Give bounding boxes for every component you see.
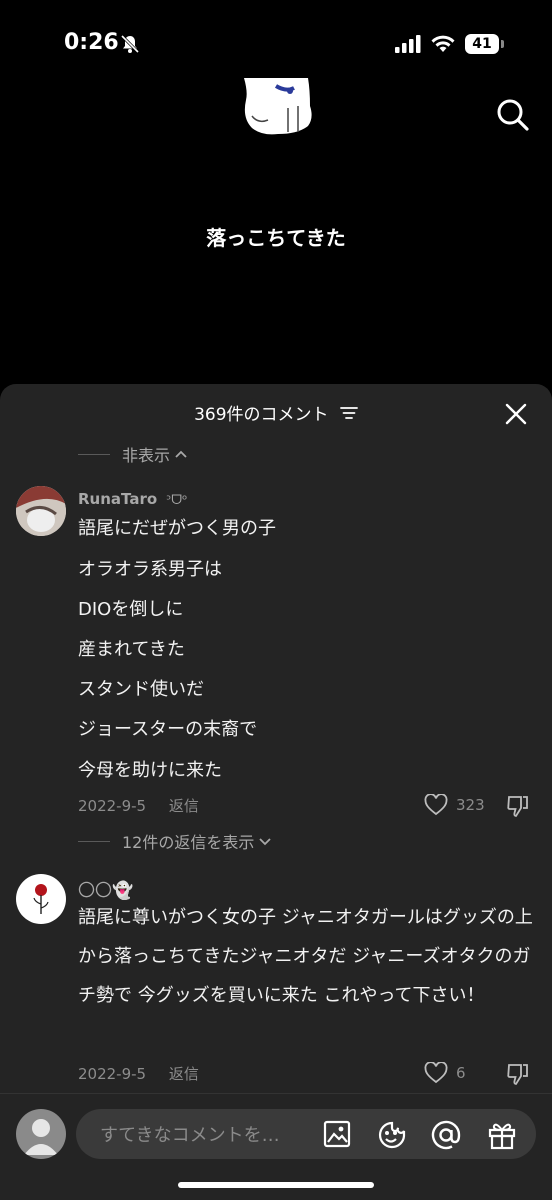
my-avatar[interactable]	[16, 1109, 66, 1159]
home-indicator	[178, 1182, 374, 1188]
battery-indicator: 41	[465, 34, 499, 54]
comment-text-line: オラオラ系男子は	[78, 559, 222, 580]
heart-icon	[424, 794, 448, 816]
comment-date: 2022-9-5	[78, 1065, 147, 1083]
divider	[0, 1093, 552, 1094]
comments-header: 369件のコメント	[0, 400, 552, 425]
close-icon[interactable]	[504, 402, 528, 426]
comment-username[interactable]: RunaTaro ᵓᗜᵒ	[78, 490, 187, 508]
avatar-image	[16, 486, 66, 536]
like-button[interactable]: 6	[424, 1062, 466, 1084]
comment-text-line: 産まれてきた	[78, 639, 185, 660]
status-time: 0:26	[64, 30, 119, 55]
chevron-down-icon	[259, 838, 272, 846]
heart-icon	[424, 1062, 448, 1084]
reply-button[interactable]: 返信	[169, 1065, 199, 1083]
cellular-signal-icon	[395, 35, 421, 53]
comment-input-placeholder[interactable]: すてきなコメントを…	[100, 1121, 310, 1147]
comment-meta: 2022-9-5 返信	[78, 1063, 199, 1084]
avatar[interactable]	[16, 874, 66, 924]
hide-replies-toggle[interactable]: 非表示	[78, 442, 188, 466]
comment-text-line: ジョースターの末裔で	[78, 719, 258, 740]
comment-text-line: DIOを倒しに	[78, 599, 184, 620]
thumbs-down-icon[interactable]	[506, 1062, 530, 1086]
comment-text-line: 語尾にだぜがつく男の子	[78, 518, 276, 539]
bell-muted-icon	[120, 34, 140, 54]
divider-line	[78, 840, 110, 842]
divider-line	[78, 453, 110, 455]
wifi-icon	[431, 35, 455, 52]
video-caption: 落っこちてきた	[206, 226, 346, 250]
chevron-up-icon	[175, 450, 187, 458]
view-replies-label: 12件の返信を表示	[122, 833, 255, 852]
view-replies-button[interactable]: 12件の返信を表示	[78, 829, 272, 853]
user-silhouette-icon	[24, 1119, 58, 1155]
hide-label: 非表示	[122, 446, 171, 465]
filter-icon[interactable]	[340, 406, 358, 420]
image-icon[interactable]	[322, 1119, 352, 1149]
emoji-icon[interactable]	[376, 1119, 408, 1151]
status-indicators: 41	[395, 34, 504, 54]
like-count: 323	[456, 796, 485, 814]
comment-meta: 2022-9-5 返信	[78, 795, 199, 816]
thumbs-down-icon[interactable]	[506, 794, 530, 818]
dog-sticker-image	[244, 78, 312, 135]
comment-text-line: 今母を助けに来た	[78, 760, 222, 781]
at-icon[interactable]	[430, 1119, 462, 1151]
comment-date: 2022-9-5	[78, 797, 147, 815]
avatar[interactable]	[16, 486, 66, 536]
rose-avatar-icon	[33, 884, 49, 914]
like-count: 6	[456, 1064, 466, 1082]
gift-icon[interactable]	[486, 1119, 518, 1151]
search-icon[interactable]	[496, 98, 530, 132]
reply-button[interactable]: 返信	[169, 797, 199, 815]
username-badge: ᵓᗜᵒ	[166, 493, 188, 508]
comment-count-title: 369件のコメント	[194, 405, 329, 425]
like-button[interactable]: 323	[424, 794, 485, 816]
comment-text: 語尾に尊いがつく女の子 ジャニオタガールはグッズの上から落っこちてきたジャニオタ…	[78, 907, 533, 1006]
comment-text-line: スタンド使いだ	[78, 679, 204, 700]
